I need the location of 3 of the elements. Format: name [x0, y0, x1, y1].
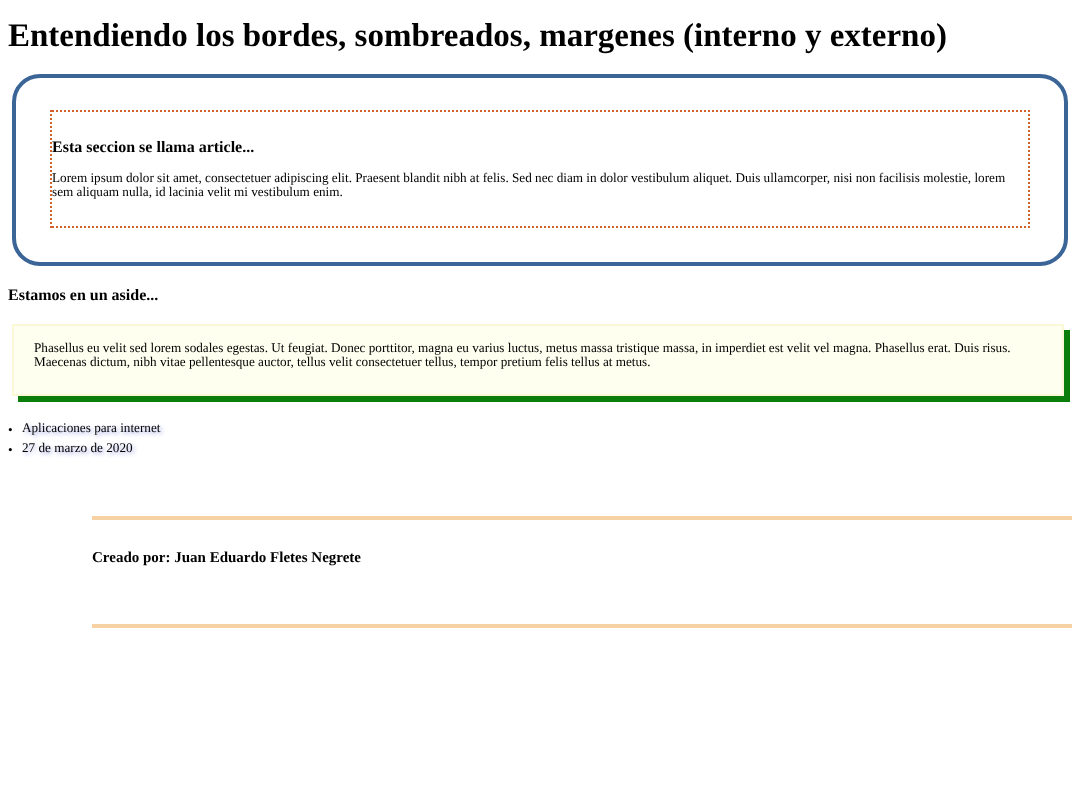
article-heading: Esta seccion se llama article...: [52, 138, 257, 158]
page-title: Entendiendo los bordes, sombreados, margenes (interno y externo): [8, 14, 949, 54]
aside-heading: Estamos en un aside...: [8, 285, 161, 306]
